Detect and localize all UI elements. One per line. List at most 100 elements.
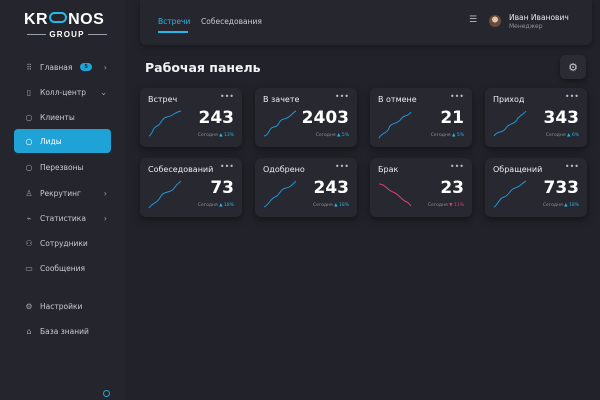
user-name[interactable]: Иван Иванович: [509, 13, 569, 22]
stat-card-period: Сегодня: [542, 203, 563, 208]
message-icon: ▭: [25, 263, 33, 273]
sidebar-item-label: Рекрутинг: [40, 188, 81, 198]
chevron-down-icon: ⌄: [100, 87, 107, 97]
sidebar-item-home[interactable]: ⠿ Главная 5 ›: [14, 55, 111, 79]
logo-wordmark: KR NOS: [24, 12, 110, 28]
sparkline-chart: [263, 110, 297, 137]
more-options-icon[interactable]: •••: [335, 92, 349, 101]
more-options-icon[interactable]: •••: [565, 162, 579, 171]
sparkline-chart: [493, 180, 527, 208]
more-options-icon[interactable]: •••: [335, 162, 349, 171]
phone-icon: ▯: [26, 87, 32, 97]
sidebar-item-settings[interactable]: ⚙ Настройки: [14, 294, 111, 318]
sidebar-item-label: Колл-центр: [40, 87, 86, 97]
stat-card-period: Сегодня: [545, 133, 566, 138]
grid-icon: ⠿: [26, 62, 32, 72]
trend-indicator: ▲ 5%: [451, 133, 464, 138]
stat-card[interactable]: Собеседований ••• 73 Сегодня ▲ 18%: [140, 158, 242, 217]
sparkline-chart: [148, 180, 182, 209]
sidebar-item-label: Главная: [40, 62, 73, 72]
stat-card-title: Обращений: [493, 165, 543, 174]
page-title: Рабочая панель: [145, 60, 261, 75]
more-options-icon[interactable]: •••: [450, 162, 464, 171]
chart-icon: ⌁: [26, 213, 32, 223]
trend-indicator: ▲ 18%: [219, 203, 234, 208]
stat-card-footer: Сегодня ▲ 18%: [313, 203, 349, 208]
dashboard-settings-button[interactable]: ⚙: [560, 55, 586, 79]
logo-text-start: KR: [24, 11, 49, 28]
sparkline-path: [493, 110, 527, 137]
stat-card-footer: Сегодня ▲ 13%: [198, 133, 234, 138]
sidebar-item-callbacks[interactable]: ○ Перезвоны: [14, 155, 111, 179]
avatar[interactable]: [489, 15, 501, 27]
sidebar-item-leads[interactable]: ○ Лиды: [14, 129, 111, 153]
stat-card[interactable]: Приход ••• 343 Сегодня ▲ 6%: [485, 88, 587, 147]
stat-card-value: 21: [440, 108, 464, 128]
sidebar-item-label: Перезвоны: [40, 162, 84, 172]
sparkline-chart: [378, 183, 412, 207]
sidebar-item-statistics[interactable]: ⌁ Статистика ›: [14, 206, 111, 230]
sparkline-path: [378, 183, 412, 207]
more-options-icon[interactable]: •••: [450, 92, 464, 101]
stat-card[interactable]: Брак ••• 23 Сегодня ▼ 11%: [370, 158, 472, 217]
sidebar-item-call-center[interactable]: ▯ Колл-центр ⌄: [14, 80, 111, 104]
notification-badge: 5: [80, 63, 92, 71]
chevron-right-icon: ›: [103, 213, 107, 223]
trend-indicator: ▲ 18%: [564, 203, 579, 208]
sidebar-item-label: Настройки: [40, 301, 83, 311]
chevron-right-icon: ›: [103, 188, 107, 198]
sparkline-path: [378, 111, 412, 139]
sparkline-path: [263, 110, 297, 137]
chat-icon[interactable]: ☰: [469, 15, 477, 25]
circle-icon: ○: [25, 136, 33, 146]
sidebar-item-label: Статистика: [40, 213, 86, 223]
sparkline-chart: [493, 110, 527, 137]
logo-text-end: NOS: [68, 11, 105, 28]
more-options-icon[interactable]: •••: [220, 92, 234, 101]
sidebar-item-knowledge-base[interactable]: ⌂ База знаний: [14, 319, 111, 343]
settings-icon: ⚙: [25, 301, 33, 311]
logo-subtitle: GROUP: [24, 30, 110, 39]
stat-card-title: Одобрено: [263, 165, 305, 174]
stat-card-footer: Сегодня ▲ 6%: [546, 133, 579, 138]
sidebar-item-clients[interactable]: ○ Клиенты: [14, 105, 111, 129]
stat-card-footer: Сегодня ▼ 11%: [428, 203, 464, 208]
stat-card[interactable]: Обращений ••• 733 Сегодня ▲ 18%: [485, 158, 587, 217]
sidebar-item-label: Лиды: [40, 136, 62, 146]
stat-card-period: Сегодня: [312, 203, 333, 208]
circle-icon: ○: [25, 112, 33, 122]
stat-card-footer: Сегодня ▲ 5%: [431, 133, 464, 138]
stat-card[interactable]: Встреч ••• 243 Сегодня ▲ 13%: [140, 88, 242, 147]
stat-card-title: Брак: [378, 165, 399, 174]
sidebar-item-messages[interactable]: ▭ Сообщения: [14, 256, 111, 280]
stat-card-footer: Сегодня ▲ 18%: [198, 203, 234, 208]
sidebar-item-employees[interactable]: ⚇ Сотрудники: [14, 231, 111, 255]
gear-icon: ⚙: [568, 60, 578, 74]
trend-indicator: ▲ 5%: [336, 133, 349, 138]
more-options-icon[interactable]: •••: [220, 162, 234, 171]
sidebar-item-recruiting[interactable]: ♙ Рекрутинг ›: [14, 181, 111, 205]
sparkline-path: [148, 180, 182, 209]
tab-meetings[interactable]: Встречи: [158, 17, 190, 26]
trend-indicator: ▼ 11%: [449, 203, 464, 208]
stat-card[interactable]: Одобрено ••• 243 Сегодня ▲ 18%: [255, 158, 357, 217]
sparkline-chart: [378, 111, 412, 139]
book-icon: ⌂: [26, 326, 32, 336]
stat-card-period: Сегодня: [430, 133, 451, 138]
sparkline-path: [263, 180, 297, 208]
kronos-logo[interactable]: KR NOS GROUP: [24, 12, 110, 40]
stat-card-value: 73: [210, 178, 234, 198]
stat-card[interactable]: В отмене ••• 21 Сегодня ▲ 5%: [370, 88, 472, 147]
sparkline-chart: [148, 110, 182, 137]
circle-icon: ○: [25, 162, 33, 172]
collapse-toggle-icon[interactable]: [103, 390, 110, 397]
stat-card-value: 2403: [301, 108, 349, 128]
trend-indicator: ▲ 18%: [334, 203, 349, 208]
stat-card[interactable]: В зачете ••• 2403 Сегодня ▲ 5%: [255, 88, 357, 147]
tab-interviews[interactable]: Собеседования: [201, 17, 262, 26]
more-options-icon[interactable]: •••: [565, 92, 579, 101]
sidebar-item-label: База знаний: [40, 326, 89, 336]
stat-card-title: Приход: [493, 95, 525, 104]
sidebar-item-label: Сотрудники: [40, 238, 88, 248]
stat-card-value: 733: [543, 178, 580, 198]
